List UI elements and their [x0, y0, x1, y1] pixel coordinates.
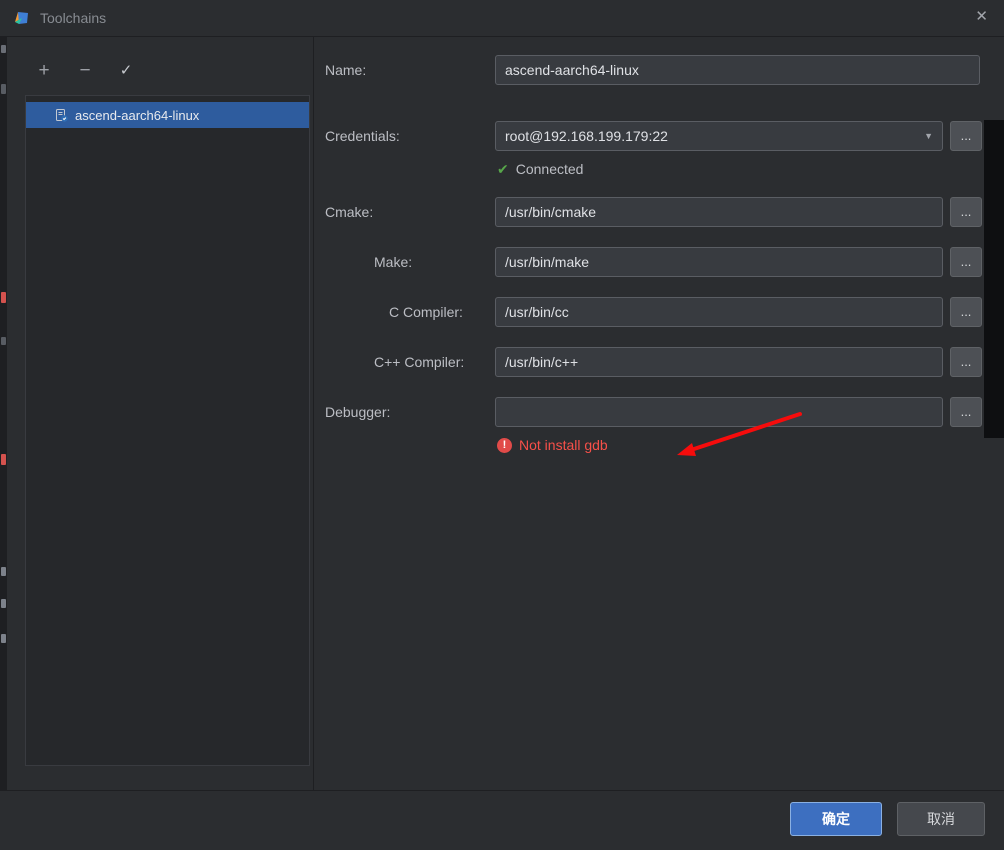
window-title: Toolchains [40, 10, 106, 26]
cmake-row: Cmake: ... [325, 196, 982, 228]
debugger-label: Debugger: [325, 404, 495, 420]
connected-text: Connected [516, 161, 584, 177]
credentials-label: Credentials: [325, 128, 495, 144]
name-row: Name: [325, 54, 980, 86]
cancel-button[interactable]: 取消 [897, 802, 985, 836]
credentials-row: Credentials: root@192.168.199.179:22 ▼ .… [325, 120, 982, 152]
toolchain-icon [55, 109, 68, 122]
edge-artifact [1, 84, 6, 94]
edge-artifact [1, 45, 6, 53]
c-compiler-label: C Compiler: [325, 304, 495, 320]
background-window-edge [0, 37, 7, 850]
edge-artifact [1, 599, 6, 608]
debugger-input[interactable] [495, 397, 943, 427]
toolchain-list-item[interactable]: ascend-aarch64-linux [26, 102, 309, 128]
add-toolchain-button[interactable]: + [35, 61, 53, 80]
cpp-compiler-label: C++ Compiler: [325, 354, 495, 370]
edge-artifact [1, 567, 6, 576]
dialog-footer: 确定 取消 [0, 790, 1004, 850]
credentials-select[interactable]: root@192.168.199.179:22 ▼ [495, 121, 943, 151]
cpp-compiler-row: C++ Compiler: ... [325, 346, 982, 378]
make-row: Make: ... [325, 246, 982, 278]
credentials-value: root@192.168.199.179:22 [505, 128, 668, 144]
cpp-compiler-input[interactable] [495, 347, 943, 377]
panel-divider [313, 37, 314, 790]
connection-status: ✔ Connected [497, 160, 583, 178]
remove-toolchain-button[interactable]: − [76, 61, 94, 80]
name-label: Name: [325, 62, 495, 78]
edge-artifact [1, 292, 6, 303]
cmake-input[interactable] [495, 197, 943, 227]
toolchains-sidebar: + − ✓ ascend-aarch64-linux [25, 50, 313, 766]
credentials-browse-button[interactable]: ... [950, 121, 982, 151]
edge-artifact [1, 454, 6, 465]
ok-button[interactable]: 确定 [790, 802, 882, 836]
debugger-browse-button[interactable]: ... [950, 397, 982, 427]
make-label: Make: [325, 254, 495, 270]
chevron-down-icon[interactable]: ▼ [918, 131, 933, 141]
name-input[interactable] [495, 55, 980, 85]
sidebar-toolbar: + − ✓ [25, 50, 313, 90]
error-icon: ! [497, 438, 512, 453]
make-browse-button[interactable]: ... [950, 247, 982, 277]
toolchain-name: ascend-aarch64-linux [75, 108, 199, 123]
connected-check-icon: ✔ [497, 162, 509, 176]
set-default-check-button[interactable]: ✓ [117, 63, 135, 78]
shadow-strip [984, 120, 1004, 438]
debugger-row: Debugger: ... [325, 396, 982, 428]
cmake-label: Cmake: [325, 204, 495, 220]
debugger-error-text: Not install gdb [519, 437, 608, 453]
c-compiler-input[interactable] [495, 297, 943, 327]
app-icon [14, 10, 30, 26]
cmake-browse-button[interactable]: ... [950, 197, 982, 227]
debugger-error: ! Not install gdb [497, 436, 608, 454]
close-icon[interactable]: ✕ [975, 9, 988, 24]
edge-artifact [1, 634, 6, 643]
edge-artifact [1, 337, 6, 345]
title-bar[interactable]: Toolchains ✕ [0, 0, 1004, 37]
toolchain-list: ascend-aarch64-linux [25, 95, 310, 766]
make-input[interactable] [495, 247, 943, 277]
cpp-compiler-browse-button[interactable]: ... [950, 347, 982, 377]
c-compiler-row: C Compiler: ... [325, 296, 982, 328]
c-compiler-browse-button[interactable]: ... [950, 297, 982, 327]
